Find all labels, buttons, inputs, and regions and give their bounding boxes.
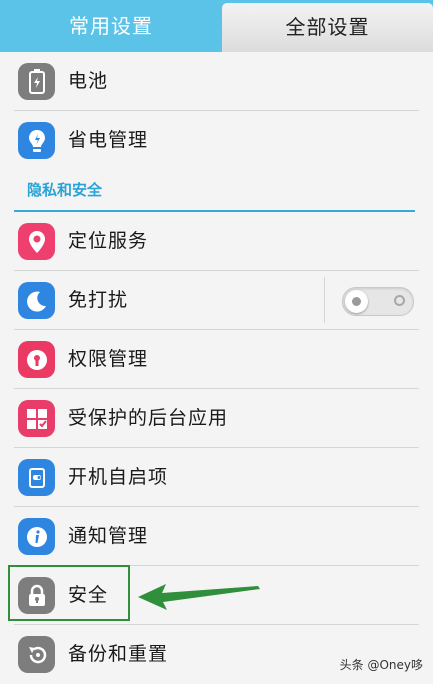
setting-battery[interactable]: 电池 bbox=[0, 52, 433, 111]
toggle-knob bbox=[345, 290, 368, 313]
lightbulb-icon bbox=[18, 122, 55, 159]
location-pin-icon bbox=[18, 223, 55, 260]
watermark: 头条 @Oney哆 bbox=[339, 658, 423, 672]
tab-bar: 常用设置 全部设置 bbox=[0, 0, 433, 52]
setting-protected-apps-label: 受保护的后台应用 bbox=[68, 407, 229, 429]
dnd-toggle-switch[interactable] bbox=[342, 287, 414, 316]
toggle-off-indicator bbox=[394, 295, 405, 306]
setting-notification-management[interactable]: 通知管理 bbox=[0, 507, 433, 566]
power-switch-icon bbox=[18, 459, 55, 496]
setting-power-saving-label: 省电管理 bbox=[68, 129, 149, 151]
setting-backup-label: 备份和重置 bbox=[68, 643, 169, 665]
setting-permission-management[interactable]: 权限管理 bbox=[0, 330, 433, 389]
setting-battery-label: 电池 bbox=[68, 70, 109, 92]
setting-location-label: 定位服务 bbox=[68, 230, 149, 252]
setting-startup-label: 开机自启项 bbox=[68, 466, 169, 488]
setting-permission-label: 权限管理 bbox=[68, 348, 149, 370]
setting-notification-label: 通知管理 bbox=[68, 525, 149, 547]
grid-shield-icon bbox=[18, 400, 55, 437]
setting-do-not-disturb[interactable]: 免打扰 bbox=[0, 271, 433, 330]
section-privacy-security: 隐私和安全 bbox=[0, 170, 433, 212]
keyhole-icon bbox=[18, 341, 55, 378]
highlight-box bbox=[8, 565, 130, 621]
restore-icon bbox=[18, 636, 55, 673]
setting-protected-apps[interactable]: 受保护的后台应用 bbox=[0, 389, 433, 448]
setting-backup-reset[interactable]: 备份和重置 bbox=[0, 625, 433, 684]
setting-startup-items[interactable]: 开机自启项 bbox=[0, 448, 433, 507]
setting-power-saving[interactable]: 省电管理 bbox=[0, 111, 433, 170]
arrow-left-icon bbox=[138, 584, 260, 610]
setting-dnd-label: 免打扰 bbox=[68, 289, 129, 311]
section-title: 隐私和安全 bbox=[27, 181, 103, 199]
tab-all-settings[interactable]: 全部设置 bbox=[222, 3, 433, 52]
toggle-separator bbox=[324, 277, 325, 323]
battery-icon bbox=[18, 63, 55, 100]
moon-icon bbox=[18, 282, 55, 319]
tab-common-settings[interactable]: 常用设置 bbox=[0, 0, 222, 52]
info-icon bbox=[18, 518, 55, 555]
setting-location-services[interactable]: 定位服务 bbox=[0, 212, 433, 271]
